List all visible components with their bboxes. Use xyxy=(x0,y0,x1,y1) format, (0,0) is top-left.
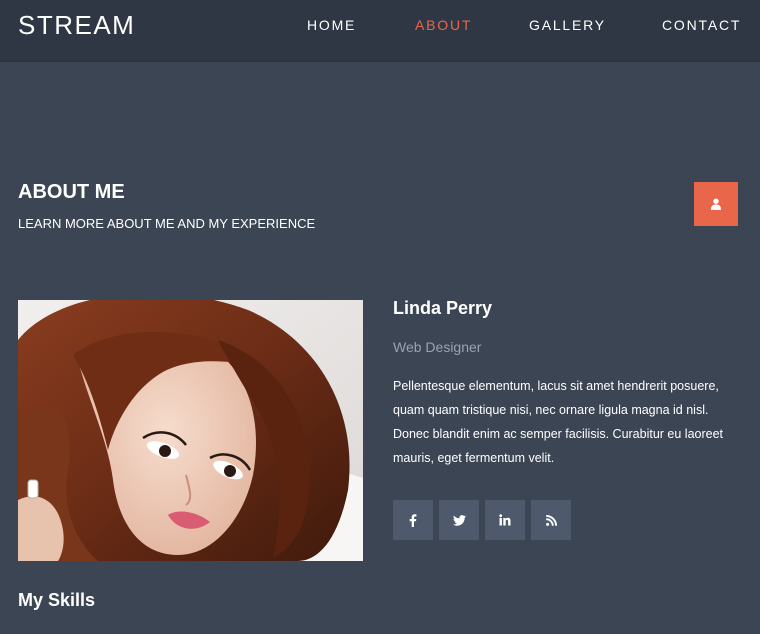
facebook-button[interactable] xyxy=(393,500,433,540)
brand-logo[interactable]: STREAM xyxy=(18,10,135,41)
twitter-icon xyxy=(452,514,466,526)
skills-title: My Skills xyxy=(18,590,96,610)
nav-item-about[interactable]: ABOUT xyxy=(415,17,472,33)
linkedin-button[interactable] xyxy=(485,500,525,540)
person-bio: Pellentesque elementum, lacus sit amet h… xyxy=(393,379,724,465)
linkedin-icon xyxy=(499,514,511,526)
nav-item-contact[interactable]: CONTACT xyxy=(662,17,741,33)
profile-photo xyxy=(18,300,363,561)
section-subtitle: LEARN MORE ABOUT ME AND MY EXPERIENCE xyxy=(18,216,316,231)
user-icon xyxy=(711,198,721,210)
rss-icon xyxy=(545,514,557,526)
social-links xyxy=(393,500,571,540)
rss-button[interactable] xyxy=(531,500,571,540)
person-role: Web Designer xyxy=(393,339,482,355)
portrait-photo xyxy=(18,300,363,561)
twitter-button[interactable] xyxy=(439,500,479,540)
nav-item-home[interactable]: HOME xyxy=(307,17,356,33)
facebook-icon xyxy=(409,513,417,527)
person-name: Linda Perry xyxy=(393,298,493,318)
about-user-button[interactable] xyxy=(694,182,738,226)
nav-item-gallery[interactable]: GALLERY xyxy=(529,17,606,33)
section-title: ABOUT ME xyxy=(18,181,125,203)
top-navbar: STREAM HOME ABOUT GALLERY CONTACT xyxy=(0,0,760,61)
